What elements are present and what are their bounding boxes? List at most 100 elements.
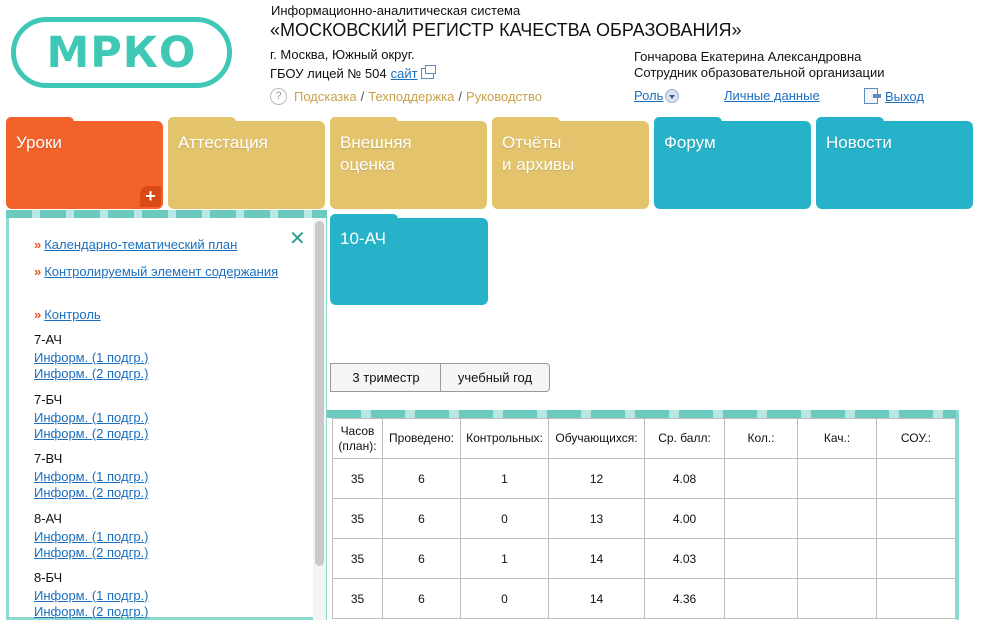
col-sou: СОУ.:: [876, 418, 956, 459]
cell-students: 14: [548, 578, 645, 619]
external-window-icon[interactable]: [420, 65, 436, 79]
system-title: «МОСКОВСКИЙ РЕГИСТР КАЧЕСТВА ОБРАЗОВАНИЯ…: [270, 20, 742, 40]
subgroup-link[interactable]: Информ. (1 подгр.): [34, 529, 284, 546]
subgroup-link[interactable]: Информ. (1 подгр.): [34, 469, 284, 486]
col-avg-score: Ср. балл:: [644, 418, 725, 459]
tab-label: Уроки: [16, 133, 62, 152]
cell-count: [724, 538, 798, 579]
role-selector[interactable]: Роль: [634, 88, 680, 103]
lessons-dropdown-panel: ✕ » Календарно-тематический план » Контрол…: [6, 210, 327, 620]
table-row: 35 6 0 14 4.36: [332, 578, 956, 619]
menu-item-calendar-plan[interactable]: » Календарно-тематический план: [34, 237, 294, 253]
tab-label: Аттестация: [178, 133, 268, 152]
class-name: 7-АЧ: [34, 332, 62, 347]
cell-quality: [797, 578, 877, 619]
period-label: учебный год: [457, 370, 533, 385]
user-role: Сотрудник образовательной организации: [634, 65, 885, 80]
menu-link[interactable]: Контроль: [44, 307, 100, 322]
tab-label: Форум: [664, 133, 716, 152]
stats-table-wrapper: Часов (план): Проведено: Контрольных: Об…: [327, 410, 959, 620]
help-question-icon[interactable]: ?: [270, 88, 287, 105]
cell-sou: [876, 578, 956, 619]
help-link[interactable]: Подсказка: [294, 89, 357, 104]
support-link[interactable]: Техподдержка: [368, 89, 454, 104]
bullet-icon: »: [34, 264, 42, 279]
plus-icon[interactable]: +: [140, 186, 161, 207]
col-hours-plan: Часов (план):: [332, 418, 383, 459]
menu-link[interactable]: Календарно-тематический план: [44, 237, 237, 252]
exit-link[interactable]: Выход: [885, 89, 924, 104]
class-group-8bch: 8-БЧ Информ. (1 подгр.) Информ. (2 подгр…: [34, 570, 284, 621]
subgroup-link[interactable]: Информ. (2 подгр.): [34, 485, 284, 502]
cell-avg: 4.36: [644, 578, 725, 619]
class-tab-10ach[interactable]: 10-АЧ: [330, 214, 488, 305]
cell-hours: 35: [332, 538, 383, 579]
period-school-year[interactable]: учебный год: [440, 363, 550, 392]
menu-link[interactable]: Контролируемый элемент содержания: [44, 264, 278, 279]
cell-students: 12: [548, 458, 645, 499]
tab-label: Внешняя: [340, 133, 412, 152]
col-conducted: Проведено:: [382, 418, 461, 459]
cell-quality: [797, 458, 877, 499]
cell-hours: 35: [332, 498, 383, 539]
cell-avg: 4.00: [644, 498, 725, 539]
table-decor-stripe: [327, 410, 956, 418]
help-links: ? Подсказка / Техподдержка / Руководство: [270, 88, 542, 105]
cell-conducted: 6: [382, 498, 461, 539]
guide-link[interactable]: Руководство: [466, 89, 542, 104]
exit-button[interactable]: Выход: [864, 88, 924, 104]
table-row: 35 6 1 14 4.03: [332, 538, 956, 579]
school-name-row: ГБОУ лицей № 504 сайт: [270, 65, 436, 81]
class-name: 8-БЧ: [34, 570, 63, 585]
tab-label-line2: оценка: [340, 155, 396, 174]
class-group-7ach: 7-АЧ Информ. (1 подгр.) Информ. (2 подгр…: [34, 332, 284, 383]
cell-hours: 35: [332, 458, 383, 499]
cell-sou: [876, 458, 956, 499]
panel-decor-stripe: [6, 210, 327, 218]
tab-label: Отчёты: [502, 133, 562, 152]
subgroup-link[interactable]: Информ. (1 подгр.): [34, 350, 284, 367]
cell-count: [724, 458, 798, 499]
cell-students: 13: [548, 498, 645, 539]
menu-item-controlled-element[interactable]: » Контролируемый элемент содержания: [34, 264, 294, 280]
personal-data-link[interactable]: Личные данные: [724, 88, 820, 103]
subgroup-link[interactable]: Информ. (2 подгр.): [34, 604, 284, 621]
mrko-logo[interactable]: МРКО: [11, 17, 232, 88]
menu-item-control[interactable]: » Контроль: [34, 307, 294, 323]
logo-text: МРКО: [46, 27, 197, 78]
scrollbar-thumb[interactable]: [315, 221, 324, 566]
tab-news[interactable]: Новости: [816, 117, 973, 209]
school-site-link[interactable]: сайт: [391, 66, 418, 81]
subgroup-link[interactable]: Информ. (2 подгр.): [34, 366, 284, 383]
col-count: Кол.:: [724, 418, 798, 459]
subgroup-link[interactable]: Информ. (2 подгр.): [34, 545, 284, 562]
cell-quality: [797, 498, 877, 539]
cell-count: [724, 498, 798, 539]
cell-conducted: 6: [382, 458, 461, 499]
tab-attestation[interactable]: Аттестация: [168, 117, 325, 209]
cell-avg: 4.03: [644, 538, 725, 579]
tab-forum[interactable]: Форум: [654, 117, 811, 209]
user-name: Гончарова Екатерина Александровна: [634, 49, 862, 64]
subgroup-link[interactable]: Информ. (2 подгр.): [34, 426, 284, 443]
tab-external-assessment[interactable]: Внешняя оценка: [330, 117, 487, 209]
tab-lessons[interactable]: Уроки +: [6, 117, 163, 209]
class-group-8ach: 8-АЧ Информ. (1 подгр.) Информ. (2 подгр…: [34, 511, 284, 562]
cell-tests: 0: [460, 498, 549, 539]
col-students: Обучающихся:: [548, 418, 645, 459]
class-name: 7-БЧ: [34, 392, 63, 407]
table-header-row: Часов (план): Проведено: Контрольных: Об…: [332, 418, 956, 459]
link-separator: /: [458, 89, 463, 104]
subgroup-link[interactable]: Информ. (1 подгр.): [34, 410, 284, 427]
cell-count: [724, 578, 798, 619]
chevron-down-icon[interactable]: [665, 88, 680, 103]
class-group-7bch: 7-БЧ Информ. (1 подгр.) Информ. (2 подгр…: [34, 392, 284, 443]
bullet-icon: »: [34, 237, 42, 252]
class-name: 8-АЧ: [34, 511, 62, 526]
cell-tests: 0: [460, 578, 549, 619]
role-link[interactable]: Роль: [634, 88, 663, 103]
subgroup-link[interactable]: Информ. (1 подгр.): [34, 588, 284, 605]
tab-reports[interactable]: Отчёты и архивы: [492, 117, 649, 209]
period-trimester-3[interactable]: 3 триместр: [330, 363, 441, 392]
cell-tests: 1: [460, 458, 549, 499]
